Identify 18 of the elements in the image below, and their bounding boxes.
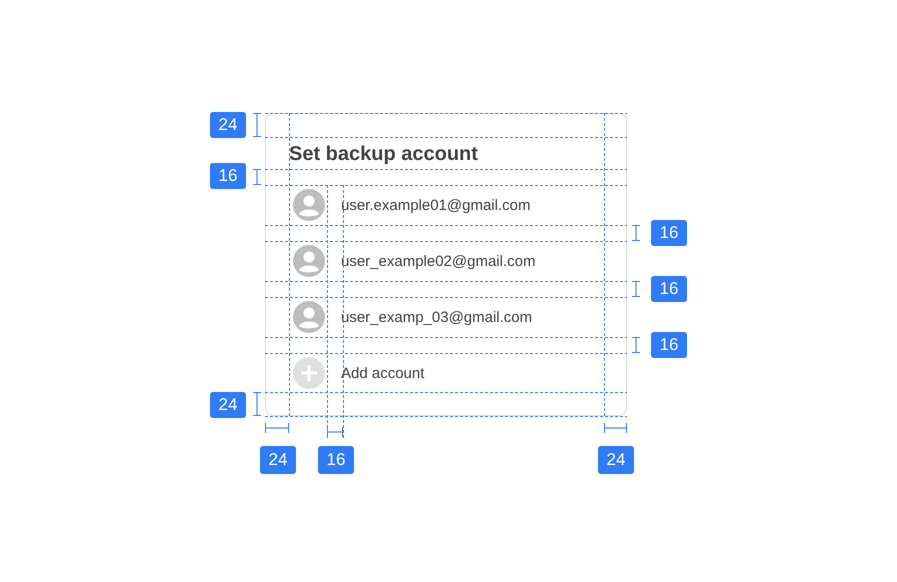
add-account-item[interactable]: Add account	[289, 353, 603, 393]
account-item[interactable]: user.example01@gmail.com	[289, 185, 603, 225]
measurement-badge: 16	[651, 332, 687, 358]
avatar-icon	[293, 245, 325, 277]
measurement-badge: 16	[651, 276, 687, 302]
account-item[interactable]: user_examp_03@gmail.com	[289, 297, 603, 337]
measurement-badge: 24	[260, 446, 296, 474]
dialog-title: Set backup account	[289, 142, 479, 167]
measurement-badge: 24	[210, 392, 246, 418]
avatar-icon	[293, 301, 325, 333]
measurement-badge: 24	[210, 112, 246, 138]
measurement-badge: 16	[210, 163, 246, 189]
measurement-badge: 16	[318, 446, 354, 474]
avatar-icon	[293, 189, 325, 221]
measurement-badge: 24	[598, 446, 634, 474]
measurement-badge: 16	[651, 220, 687, 246]
plus-icon	[293, 357, 325, 389]
account-item[interactable]: user_example02@gmail.com	[289, 241, 603, 281]
